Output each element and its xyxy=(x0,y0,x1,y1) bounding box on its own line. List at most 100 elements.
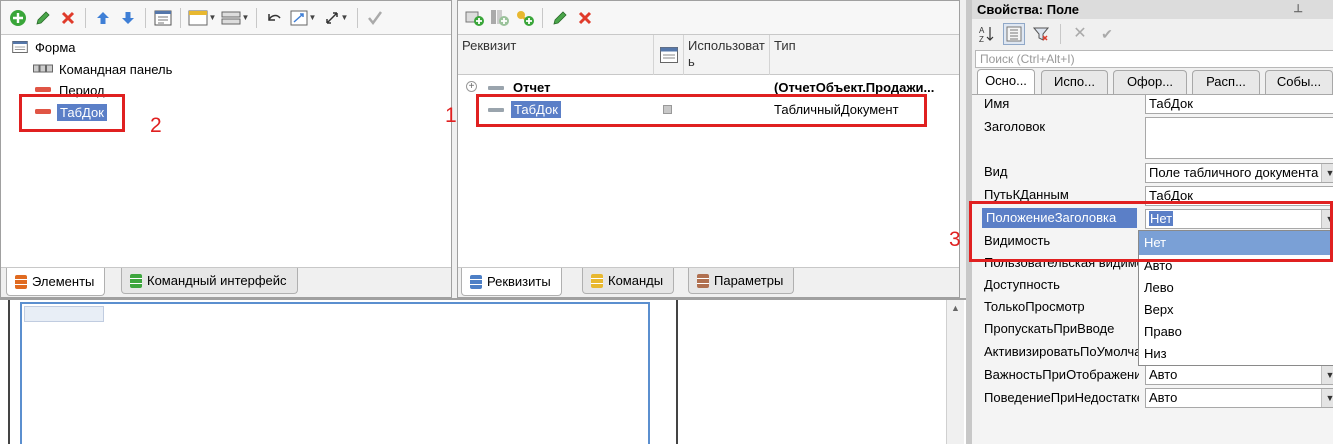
tab-label: Офор... xyxy=(1126,74,1174,89)
dropdown-option[interactable]: Авто xyxy=(1139,255,1333,277)
group-dropdown-icon[interactable]: ▼ xyxy=(220,7,250,29)
property-value-selected: Нет xyxy=(1149,211,1174,226)
dropdown-option[interactable]: Верх xyxy=(1139,299,1333,321)
property-field-kind[interactable]: Поле табличного документа ▼ xyxy=(1145,163,1333,183)
column-header-use[interactable]: Использовать xyxy=(684,35,770,75)
annotation-number-1: 1 xyxy=(445,104,457,127)
resize-dropdown-icon[interactable]: ▼ xyxy=(288,7,318,29)
properties-search-input[interactable]: Поиск (Ctrl+Alt+I) xyxy=(975,50,1333,68)
delete-icon[interactable] xyxy=(574,7,596,29)
form-preview-icon[interactable] xyxy=(152,7,174,29)
property-field-display-importance[interactable]: Авто ▼ xyxy=(1145,365,1333,385)
property-label-title: Заголовок xyxy=(984,119,1046,134)
spreadsheet-field-preview[interactable] xyxy=(20,302,650,444)
tab-requisites[interactable]: Реквизиты xyxy=(461,268,562,296)
chevron-down-icon[interactable]: ▼ xyxy=(1321,366,1333,384)
tree-item-label-selected: ТабДок xyxy=(57,103,107,121)
property-value: ТабДок xyxy=(1149,188,1193,203)
delete-icon[interactable] xyxy=(57,7,79,29)
property-field-title[interactable] xyxy=(1145,117,1333,159)
add-requisite-icon[interactable] xyxy=(464,7,486,29)
column-header-type[interactable]: Тип xyxy=(770,35,961,75)
property-field-title-location[interactable]: Нет ▼ xyxy=(1145,209,1333,229)
tree-item-form[interactable]: Форма xyxy=(11,37,76,57)
tab-label: Собы... xyxy=(1276,74,1322,89)
edit-pencil-icon[interactable] xyxy=(549,7,571,29)
requisites-panel: Реквизит Использовать Тип + Отчет (Отчет… xyxy=(457,0,960,298)
dropdown-option[interactable]: Лево xyxy=(1139,277,1333,299)
tab-events[interactable]: Собы... xyxy=(1265,70,1333,94)
edit-pencil-icon[interactable] xyxy=(32,7,54,29)
column-label: Использовать xyxy=(688,38,765,69)
dropdown-option-selected[interactable]: Нет xyxy=(1139,231,1333,255)
tab-elements[interactable]: Элементы xyxy=(6,268,106,296)
property-field-name[interactable]: ТабДок xyxy=(1145,94,1333,114)
vertical-scrollbar[interactable]: ▲ xyxy=(946,300,964,444)
search-placeholder: Поиск (Ctrl+Alt+I) xyxy=(980,52,1075,66)
tab-usage[interactable]: Испо... xyxy=(1041,70,1108,94)
tree-item-period[interactable]: Период xyxy=(35,80,105,100)
tab-main[interactable]: Осно... xyxy=(977,69,1035,95)
tab-parameters[interactable]: Параметры xyxy=(688,268,795,294)
categorized-view-icon[interactable] xyxy=(1003,23,1025,45)
property-label-activate-default: АктивизироватьПоУмолчанию xyxy=(984,344,1139,359)
property-field-not-enough-space[interactable]: Авто ▼ xyxy=(1145,388,1333,408)
requisite-name: Отчет xyxy=(513,80,551,95)
requisite-icon xyxy=(488,108,504,112)
add-key-icon[interactable] xyxy=(514,7,536,29)
field-icon xyxy=(35,87,51,92)
tab-layout[interactable]: Расп... xyxy=(1192,70,1260,94)
property-label-read-only: ТолькоПросмотр xyxy=(984,299,1085,314)
tab-label: Реквизиты xyxy=(487,274,551,289)
requisite-type: ТабличныйДокумент xyxy=(774,102,899,117)
column-header-icon[interactable] xyxy=(654,35,684,75)
command-interface-stack-icon xyxy=(130,273,142,288)
properties-title: Свойства: Поле xyxy=(977,2,1080,17)
add-column-icon[interactable] xyxy=(489,7,511,29)
pin-icon[interactable]: ⊥ xyxy=(1293,0,1303,19)
svg-text:Z: Z xyxy=(979,35,984,43)
dropdown-option[interactable]: Право xyxy=(1139,321,1333,343)
properties-title-bar: Свойства: Поле ⊥ xyxy=(972,0,1333,19)
requisite-row-otchet[interactable]: + Отчет (ОтчетОбъект.Продажи... xyxy=(458,79,961,99)
add-icon[interactable] xyxy=(7,7,29,29)
property-field-data-path[interactable]: ТабДок xyxy=(1145,186,1333,206)
tree-item-label: Период xyxy=(59,82,105,98)
chevron-down-icon[interactable]: ▼ xyxy=(1321,164,1333,182)
apply-check-icon[interactable]: ✔ xyxy=(1096,23,1118,45)
undo-arrow-icon[interactable] xyxy=(263,7,285,29)
move-up-icon[interactable] xyxy=(92,7,114,29)
command-bar-icon xyxy=(33,64,53,73)
property-label-kind: Вид xyxy=(984,164,1008,179)
expand-icon[interactable]: + xyxy=(466,81,477,92)
dropdown-option[interactable]: Низ xyxy=(1139,343,1333,365)
annotation-number-3: 3 xyxy=(949,228,961,251)
tab-command-interface[interactable]: Командный интерфейс xyxy=(121,268,298,294)
tab-commands[interactable]: Команды xyxy=(582,268,675,294)
tab-label: Параметры xyxy=(714,273,784,288)
stretch-dropdown-icon[interactable]: ▼ xyxy=(321,7,351,29)
elements-stack-icon xyxy=(15,274,27,289)
move-down-icon[interactable] xyxy=(117,7,139,29)
property-label-enabled: Доступность xyxy=(984,277,1060,292)
chevron-down-icon[interactable]: ▼ xyxy=(1321,210,1333,228)
scroll-up-icon[interactable]: ▲ xyxy=(947,303,964,313)
sort-alpha-icon[interactable]: AZ xyxy=(976,23,998,45)
check-icon[interactable] xyxy=(364,7,386,29)
properties-toolbar: AZ ✕ ✔ xyxy=(972,21,1333,47)
clear-icon[interactable]: ✕ xyxy=(1069,23,1091,45)
requisite-type: (ОтчетОбъект.Продажи... xyxy=(774,80,935,95)
requisite-row-tabdoc[interactable]: ТабДок ТабличныйДокумент xyxy=(458,100,961,122)
tree-item-tabdoc[interactable]: ТабДок xyxy=(35,102,107,122)
property-value: ТабДок xyxy=(1149,96,1193,111)
tree-item-command-bar[interactable]: Командная панель xyxy=(33,59,172,79)
layout-dropdown-icon[interactable]: ▼ xyxy=(187,7,217,29)
column-header-requisite[interactable]: Реквизит xyxy=(458,35,654,75)
filter-icon[interactable] xyxy=(1030,23,1052,45)
tab-appearance[interactable]: Офор... xyxy=(1113,70,1187,94)
field-icon xyxy=(35,109,51,114)
chevron-down-icon[interactable]: ▼ xyxy=(1321,389,1333,407)
use-checkbox[interactable] xyxy=(663,105,672,114)
property-label-title-location: ПоложениеЗаголовка xyxy=(982,208,1137,228)
form-preview-area: ▲ xyxy=(0,298,966,444)
